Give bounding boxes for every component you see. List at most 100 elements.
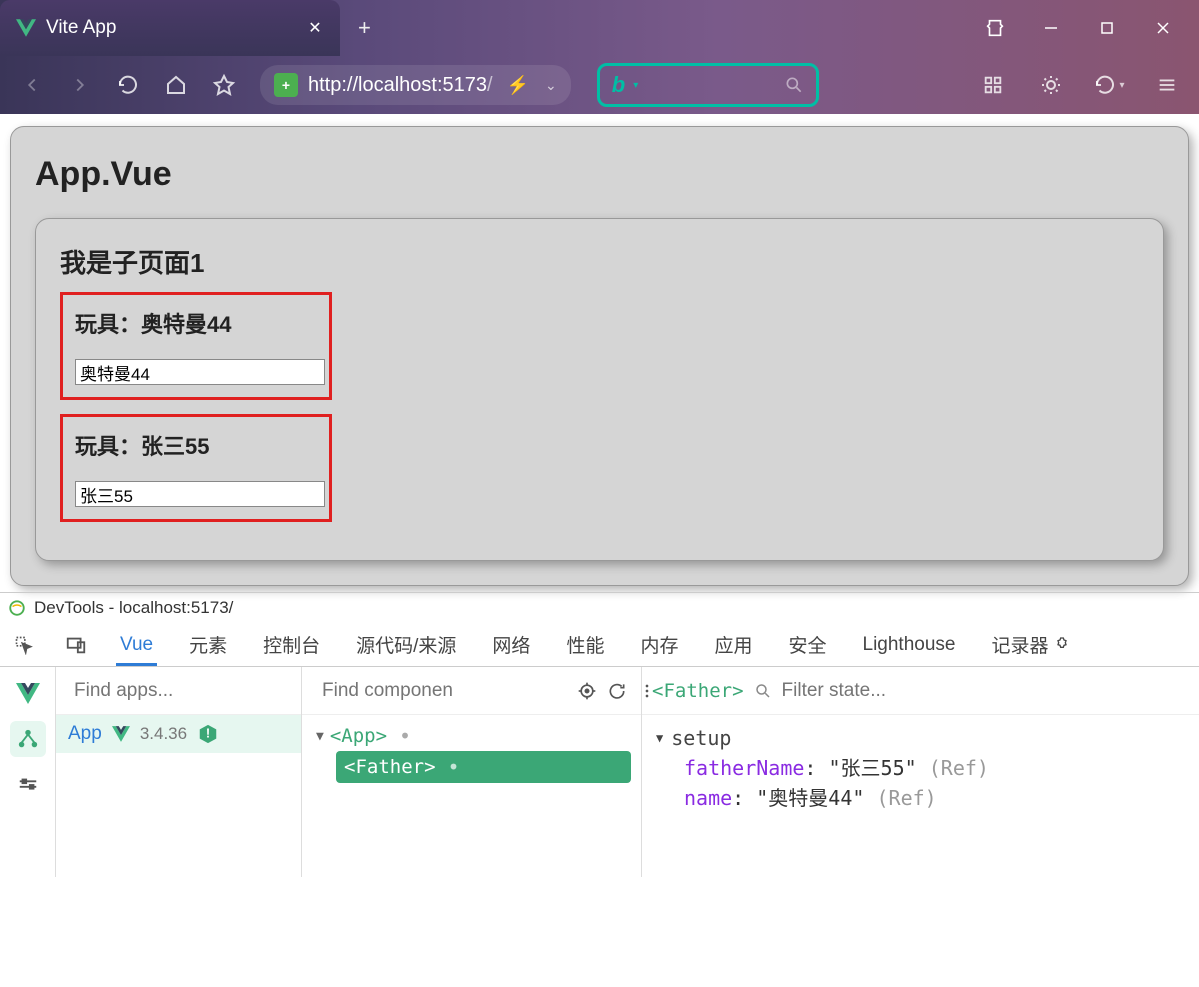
bolt-icon[interactable]: ⚡ <box>507 75 529 96</box>
menu-icon[interactable] <box>1147 65 1187 105</box>
state-key: fatherName <box>684 756 804 780</box>
caret-down-icon: ▼ <box>316 729 324 744</box>
reload-button[interactable] <box>108 65 148 105</box>
toy-block-2: 玩具：张三55 <box>60 414 332 522</box>
state-row[interactable]: name: "奥特曼44" (Ref) <box>684 783 1185 813</box>
apps-search <box>56 667 301 715</box>
components-search-input[interactable] <box>322 680 567 702</box>
components-tree-icon[interactable] <box>10 721 46 757</box>
tab-vue[interactable]: Vue <box>116 624 157 666</box>
inspect-icon[interactable] <box>12 633 36 657</box>
theme-icon[interactable] <box>1031 65 1071 105</box>
selected-component-label: <Father> <box>652 680 744 702</box>
state-value: "张三55" <box>829 756 917 780</box>
devtools-titlebar: DevTools - localhost:5173/ <box>0 593 1199 623</box>
state-ref: (Ref) <box>929 756 989 780</box>
components-column: ▼ <App> • <Father> • <box>302 667 642 877</box>
app-label: App <box>68 723 102 745</box>
url-text: http://localhost:5173/ <box>308 74 493 97</box>
favorite-button[interactable] <box>204 65 244 105</box>
page-viewport: App.Vue 我是子页面1 玩具：奥特曼44 玩具：张三55 <box>0 114 1199 592</box>
ie-icon <box>8 599 26 617</box>
url-dropdown-icon[interactable]: ⌄ <box>545 77 557 94</box>
vue-side-toolbar <box>0 667 56 877</box>
home-button[interactable] <box>156 65 196 105</box>
back-button[interactable] <box>12 65 52 105</box>
search-engine-dropdown-icon[interactable]: ▾ <box>633 80 638 91</box>
toy-label-2: 玩具：张三55 <box>75 429 317 461</box>
tab-title: Vite App <box>46 17 296 39</box>
vue-icon <box>16 19 36 37</box>
browser-tab[interactable]: Vite App ✕ <box>0 0 340 56</box>
page-title: App.Vue <box>35 151 1164 218</box>
tree-node-app[interactable]: ▼ <App> • <box>312 721 631 751</box>
refresh-icon[interactable] <box>607 679 627 703</box>
devtools-tabs: Vue 元素 控制台 源代码/来源 网络 性能 内存 应用 安全 Lightho… <box>0 623 1199 667</box>
components-toolbar <box>302 667 641 715</box>
state-value: "奥特曼44" <box>756 786 864 810</box>
child-card: 我是子页面1 玩具：奥特曼44 玩具：张三55 <box>35 218 1164 561</box>
state-row[interactable]: fatherName: "张三55" (Ref) <box>684 753 1185 783</box>
component-tree: ▼ <App> • <Father> • <box>302 715 641 789</box>
extension-icon[interactable] <box>983 16 1007 40</box>
tab-application[interactable]: 应用 <box>710 621 756 668</box>
apps-grid-icon[interactable] <box>973 65 1013 105</box>
history-icon[interactable]: ▾ <box>1089 65 1129 105</box>
tab-memory[interactable]: 内存 <box>636 621 682 668</box>
state-key: name <box>684 786 732 810</box>
target-icon[interactable] <box>577 679 597 703</box>
forward-button[interactable] <box>60 65 100 105</box>
warning-badge-icon: ! <box>197 723 219 745</box>
tree-node-father[interactable]: <Father> • <box>336 751 631 783</box>
toy-block-1: 玩具：奥特曼44 <box>60 292 332 400</box>
vue-small-icon <box>112 726 130 742</box>
address-bar[interactable]: + http://localhost:5173/ ⚡ ⌄ <box>260 65 571 105</box>
device-icon[interactable] <box>64 633 88 657</box>
window-controls <box>959 0 1199 56</box>
child-title: 我是子页面1 <box>60 243 1139 280</box>
setup-section[interactable]: ▼ setup <box>656 723 1185 753</box>
tab-network[interactable]: 网络 <box>488 621 534 668</box>
toy-input-2[interactable] <box>75 481 325 507</box>
fragment-dot-icon: • <box>448 755 460 779</box>
close-tab-icon[interactable]: ✕ <box>306 19 324 37</box>
caret-down-icon: ▼ <box>656 729 663 747</box>
apps-search-input[interactable] <box>74 680 319 702</box>
tab-recorder[interactable]: 记录器 <box>987 621 1073 668</box>
state-body: ▼ setup fatherName: "张三55" (Ref) name: "… <box>642 715 1199 821</box>
tab-performance[interactable]: 性能 <box>562 621 608 668</box>
minimize-icon[interactable] <box>1039 16 1063 40</box>
tab-console[interactable]: 控制台 <box>259 621 324 668</box>
site-shield-icon[interactable]: + <box>274 73 298 97</box>
search-icon[interactable] <box>784 75 804 95</box>
vue-logo-icon[interactable] <box>10 675 46 711</box>
browser-navbar: + http://localhost:5173/ ⚡ ⌄ b ▾ ▾ <box>0 56 1199 114</box>
setup-label: setup <box>671 723 731 753</box>
devtools-body: App 3.4.36 ! ▼ <App> • <F <box>0 667 1199 877</box>
tab-elements[interactable]: 元素 <box>185 621 231 668</box>
state-column: <Father> ▼ setup fatherName: "张三55" (Ref… <box>642 667 1199 877</box>
tree-tag: <Father> <box>344 756 436 778</box>
app-card: App.Vue 我是子页面1 玩具：奥特曼44 玩具：张三55 <box>10 126 1189 586</box>
window-titlebar: Vite App ✕ + <box>0 0 1199 56</box>
tree-tag: <App> <box>330 725 387 747</box>
app-list-item[interactable]: App 3.4.36 ! <box>56 715 301 753</box>
state-ref: (Ref) <box>876 786 936 810</box>
timeline-icon[interactable] <box>10 767 46 803</box>
tab-security[interactable]: 安全 <box>784 621 830 668</box>
maximize-icon[interactable] <box>1095 16 1119 40</box>
state-header: <Father> <box>642 667 1199 715</box>
toy-input-1[interactable] <box>75 359 325 385</box>
new-tab-button[interactable]: + <box>358 15 371 41</box>
tab-lighthouse[interactable]: Lighthouse <box>859 624 960 666</box>
svg-text:!: ! <box>206 726 210 741</box>
tab-sources[interactable]: 源代码/来源 <box>352 621 460 668</box>
toy-label-1: 玩具：奥特曼44 <box>75 307 317 339</box>
close-window-icon[interactable] <box>1151 16 1175 40</box>
vue-version: 3.4.36 <box>140 724 187 744</box>
state-filter-input[interactable] <box>782 680 1189 702</box>
search-box[interactable]: b ▾ <box>597 63 819 107</box>
toolbar-right: ▾ <box>973 65 1187 105</box>
apps-column: App 3.4.36 ! <box>56 667 302 877</box>
devtools-title-text: DevTools - localhost:5173/ <box>34 598 233 618</box>
